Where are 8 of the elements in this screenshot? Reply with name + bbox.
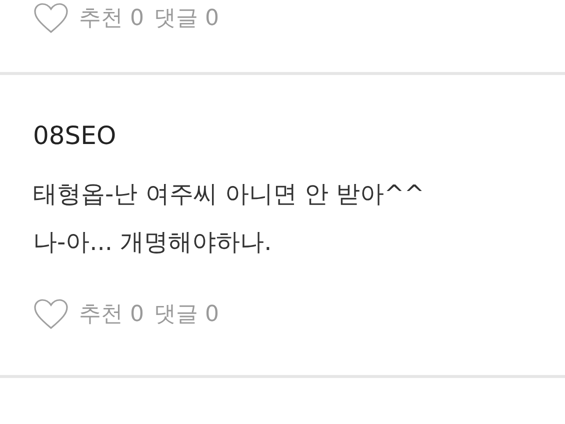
heart-icon[interactable] xyxy=(33,2,69,34)
comment-text: 태형옵-난 여주씨 아니면 안 받아^^ 나-아... 개명해야하나. xyxy=(33,179,424,258)
heart-icon[interactable] xyxy=(33,298,69,330)
like-count: 추천 0 xyxy=(79,5,144,33)
reply-count[interactable]: 댓글 0 xyxy=(154,3,219,33)
reply-count[interactable]: 댓글 0 xyxy=(154,299,219,329)
comment-author: 08SEO xyxy=(33,120,116,152)
like-count: 추천 0 xyxy=(79,301,144,329)
